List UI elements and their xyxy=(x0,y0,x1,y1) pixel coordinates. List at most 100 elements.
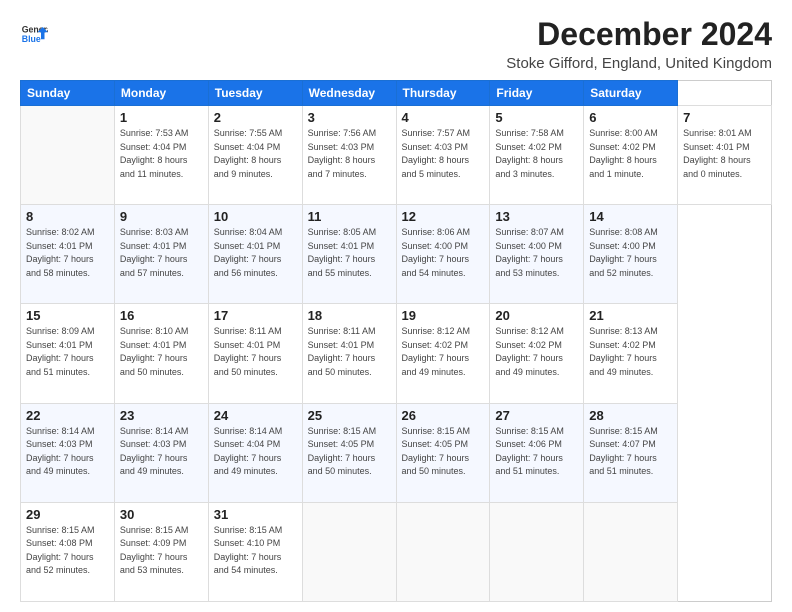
day-cell: 4Sunrise: 7:57 AMSunset: 4:03 PMDaylight… xyxy=(396,106,490,205)
day-info: Sunrise: 8:12 AMSunset: 4:02 PMDaylight:… xyxy=(402,325,485,379)
day-cell: 15 Sunrise: 8:09 AMSunset: 4:01 PMDayligh… xyxy=(21,304,115,403)
day-number: 14 xyxy=(589,209,672,224)
day-number: 23 xyxy=(120,408,203,423)
header-wednesday: Wednesday xyxy=(302,81,396,106)
header-thursday: Thursday xyxy=(396,81,490,106)
week-row-2: 8 Sunrise: 8:02 AMSunset: 4:01 PMDaylight… xyxy=(21,205,772,304)
day-info: Sunrise: 8:12 AMSunset: 4:02 PMDaylight:… xyxy=(495,325,578,379)
day-cell: 16 Sunrise: 8:10 AMSunset: 4:01 PMDayligh… xyxy=(114,304,208,403)
day-info: Sunrise: 7:55 AMSunset: 4:04 PMDaylight:… xyxy=(214,127,297,181)
day-number: 11 xyxy=(308,209,391,224)
day-cell: 9 Sunrise: 8:03 AMSunset: 4:01 PMDaylight… xyxy=(114,205,208,304)
day-number: 30 xyxy=(120,507,203,522)
day-info: Sunrise: 8:02 AMSunset: 4:01 PMDaylight:… xyxy=(26,226,109,280)
day-info: Sunrise: 8:07 AMSunset: 4:00 PMDaylight:… xyxy=(495,226,578,280)
day-info: Sunrise: 8:14 AMSunset: 4:03 PMDaylight:… xyxy=(26,425,109,479)
title-block: December 2024 Stoke Gifford, England, Un… xyxy=(506,16,772,72)
day-info: Sunrise: 8:05 AMSunset: 4:01 PMDaylight:… xyxy=(308,226,391,280)
subtitle: Stoke Gifford, England, United Kingdom xyxy=(506,55,772,72)
day-number: 9 xyxy=(120,209,203,224)
day-info: Sunrise: 8:01 AMSunset: 4:01 PMDaylight:… xyxy=(683,127,766,181)
day-info: Sunrise: 8:13 AMSunset: 4:02 PMDaylight:… xyxy=(589,325,672,379)
logo-icon: General Blue xyxy=(20,20,48,48)
day-info: Sunrise: 7:53 AMSunset: 4:04 PMDaylight:… xyxy=(120,127,203,181)
day-info: Sunrise: 8:15 AMSunset: 4:09 PMDaylight:… xyxy=(120,524,203,578)
day-cell: 26 Sunrise: 8:15 AMSunset: 4:05 PMDayligh… xyxy=(396,403,490,502)
day-cell: 2 Sunrise: 7:55 AMSunset: 4:04 PMDaylight… xyxy=(208,106,302,205)
day-cell: 29Sunrise: 8:15 AMSunset: 4:08 PMDayligh… xyxy=(21,502,115,601)
main-title: December 2024 xyxy=(506,16,772,53)
day-number: 17 xyxy=(214,308,297,323)
day-cell: 17 Sunrise: 8:11 AMSunset: 4:01 PMDayligh… xyxy=(208,304,302,403)
day-info: Sunrise: 8:04 AMSunset: 4:01 PMDaylight:… xyxy=(214,226,297,280)
page: General Blue December 2024 Stoke Gifford… xyxy=(0,0,792,612)
day-number: 3 xyxy=(308,110,391,125)
day-info: Sunrise: 8:11 AMSunset: 4:01 PMDaylight:… xyxy=(214,325,297,379)
day-info: Sunrise: 7:56 AMSunset: 4:03 PMDaylight:… xyxy=(308,127,391,181)
day-info: Sunrise: 8:15 AMSunset: 4:05 PMDaylight:… xyxy=(402,425,485,479)
day-number: 8 xyxy=(26,209,109,224)
week-row-5: 29Sunrise: 8:15 AMSunset: 4:08 PMDayligh… xyxy=(21,502,772,601)
day-number: 4 xyxy=(402,110,485,125)
day-number: 21 xyxy=(589,308,672,323)
header-saturday: Saturday xyxy=(584,81,678,106)
day-number: 12 xyxy=(402,209,485,224)
week-row-4: 22 Sunrise: 8:14 AMSunset: 4:03 PMDayligh… xyxy=(21,403,772,502)
day-cell: 6Sunrise: 8:00 AMSunset: 4:02 PMDaylight… xyxy=(584,106,678,205)
day-info: Sunrise: 8:09 AMSunset: 4:01 PMDaylight:… xyxy=(26,325,109,379)
day-number: 10 xyxy=(214,209,297,224)
logo: General Blue xyxy=(20,20,48,48)
day-number: 22 xyxy=(26,408,109,423)
day-cell: 7 Sunrise: 8:01 AMSunset: 4:01 PMDaylight… xyxy=(678,106,772,205)
header-sunday: Sunday xyxy=(21,81,115,106)
day-number: 16 xyxy=(120,308,203,323)
day-number: 7 xyxy=(683,110,766,125)
day-info: Sunrise: 8:06 AMSunset: 4:00 PMDaylight:… xyxy=(402,226,485,280)
day-cell: 18Sunrise: 8:11 AMSunset: 4:01 PMDayligh… xyxy=(302,304,396,403)
calendar-table: Sunday Monday Tuesday Wednesday Thursday… xyxy=(20,80,772,602)
day-number: 5 xyxy=(495,110,578,125)
day-info: Sunrise: 8:15 AMSunset: 4:10 PMDaylight:… xyxy=(214,524,297,578)
day-info: Sunrise: 8:08 AMSunset: 4:00 PMDaylight:… xyxy=(589,226,672,280)
day-info: Sunrise: 8:10 AMSunset: 4:01 PMDaylight:… xyxy=(120,325,203,379)
day-cell: 27Sunrise: 8:15 AMSunset: 4:06 PMDayligh… xyxy=(490,403,584,502)
day-cell: 31Sunrise: 8:15 AMSunset: 4:10 PMDayligh… xyxy=(208,502,302,601)
day-number: 28 xyxy=(589,408,672,423)
header-monday: Monday xyxy=(114,81,208,106)
day-cell: 25 Sunrise: 8:15 AMSunset: 4:05 PMDayligh… xyxy=(302,403,396,502)
week-row-3: 15 Sunrise: 8:09 AMSunset: 4:01 PMDayligh… xyxy=(21,304,772,403)
day-info: Sunrise: 8:03 AMSunset: 4:01 PMDaylight:… xyxy=(120,226,203,280)
day-cell: 13 Sunrise: 8:07 AMSunset: 4:00 PMDayligh… xyxy=(490,205,584,304)
day-cell: 12 Sunrise: 8:06 AMSunset: 4:00 PMDayligh… xyxy=(396,205,490,304)
header-tuesday: Tuesday xyxy=(208,81,302,106)
header-friday: Friday xyxy=(490,81,584,106)
day-cell: 5Sunrise: 7:58 AMSunset: 4:02 PMDaylight… xyxy=(490,106,584,205)
day-cell: 23Sunrise: 8:14 AMSunset: 4:03 PMDayligh… xyxy=(114,403,208,502)
day-info: Sunrise: 8:15 AMSunset: 4:05 PMDaylight:… xyxy=(308,425,391,479)
day-cell: 8 Sunrise: 8:02 AMSunset: 4:01 PMDaylight… xyxy=(21,205,115,304)
day-number: 6 xyxy=(589,110,672,125)
day-cell: 10 Sunrise: 8:04 AMSunset: 4:01 PMDayligh… xyxy=(208,205,302,304)
day-cell: 22 Sunrise: 8:14 AMSunset: 4:03 PMDayligh… xyxy=(21,403,115,502)
day-number: 13 xyxy=(495,209,578,224)
week-row-1: 1Sunrise: 7:53 AMSunset: 4:04 PMDaylight… xyxy=(21,106,772,205)
day-cell: 21 Sunrise: 8:13 AMSunset: 4:02 PMDayligh… xyxy=(584,304,678,403)
day-number: 15 xyxy=(26,308,109,323)
day-cell xyxy=(584,502,678,601)
day-cell xyxy=(302,502,396,601)
day-number: 18 xyxy=(308,308,391,323)
day-cell: 11 Sunrise: 8:05 AMSunset: 4:01 PMDayligh… xyxy=(302,205,396,304)
day-cell: 20 Sunrise: 8:12 AMSunset: 4:02 PMDayligh… xyxy=(490,304,584,403)
days-header-row: Sunday Monday Tuesday Wednesday Thursday… xyxy=(21,81,772,106)
day-number: 2 xyxy=(214,110,297,125)
day-cell: 30 Sunrise: 8:15 AMSunset: 4:09 PMDayligh… xyxy=(114,502,208,601)
day-number: 27 xyxy=(495,408,578,423)
day-number: 25 xyxy=(308,408,391,423)
day-cell: 19Sunrise: 8:12 AMSunset: 4:02 PMDayligh… xyxy=(396,304,490,403)
day-info: Sunrise: 8:14 AMSunset: 4:04 PMDaylight:… xyxy=(214,425,297,479)
day-cell: 1Sunrise: 7:53 AMSunset: 4:04 PMDaylight… xyxy=(114,106,208,205)
day-number: 29 xyxy=(26,507,109,522)
day-number: 20 xyxy=(495,308,578,323)
day-cell: 24Sunrise: 8:14 AMSunset: 4:04 PMDayligh… xyxy=(208,403,302,502)
day-number: 26 xyxy=(402,408,485,423)
